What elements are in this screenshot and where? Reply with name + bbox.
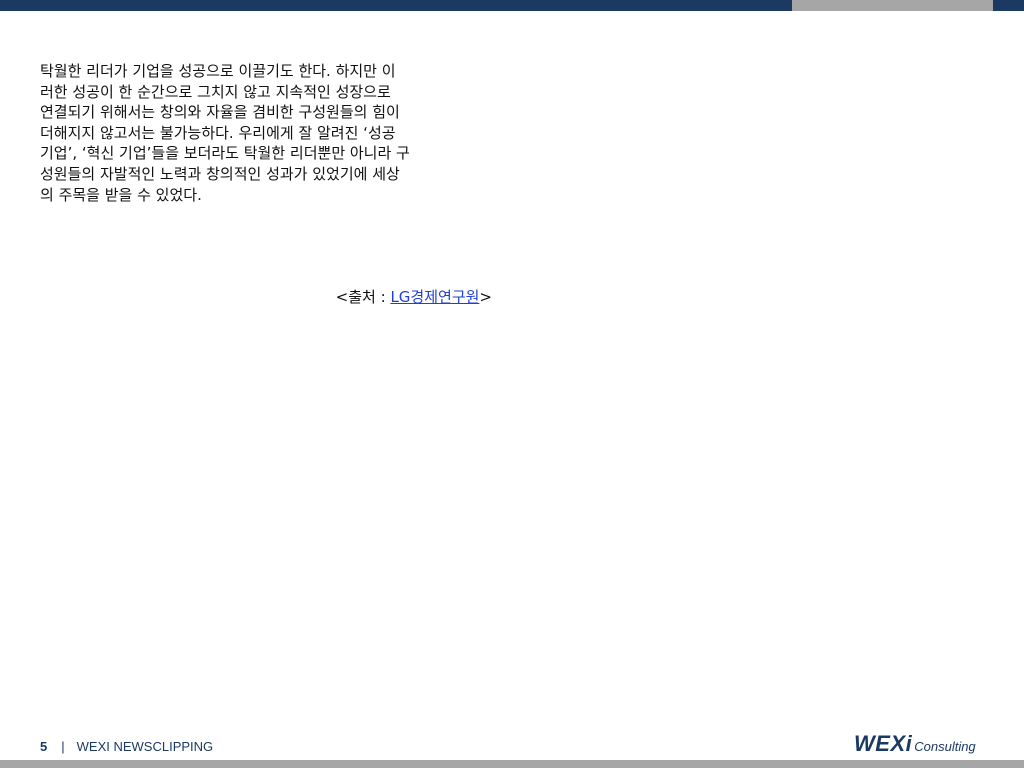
top-header-accent	[792, 0, 993, 11]
logo-main-text: WEXi	[854, 731, 913, 756]
body-paragraph: 탁월한 리더가 기업을 성공으로 이끌기도 한다. 하지만 이 러한 성공이 한…	[40, 62, 410, 204]
footer-label: WEXI NEWSCLIPPING	[76, 739, 214, 754]
source-suffix: >	[479, 288, 492, 306]
footer: 5 | WEXI NEWSCLIPPING	[40, 739, 213, 754]
slide: 탁월한 리더가 기업을 성공으로 이끌기도 한다. 하지만 이 러한 성공이 한…	[0, 0, 1024, 768]
source-citation: <출처 : LG경제연구원>	[260, 286, 492, 307]
footer-separator: |	[61, 739, 65, 754]
source-prefix: <출처 :	[335, 288, 391, 306]
logo-sub-text: Consulting	[914, 739, 976, 754]
wexi-consulting-logo: WEXi Consulting	[854, 731, 976, 757]
page-number: 5	[40, 739, 48, 754]
bottom-footer-bar	[0, 760, 1024, 768]
source-link[interactable]: LG경제연구원	[390, 288, 479, 306]
